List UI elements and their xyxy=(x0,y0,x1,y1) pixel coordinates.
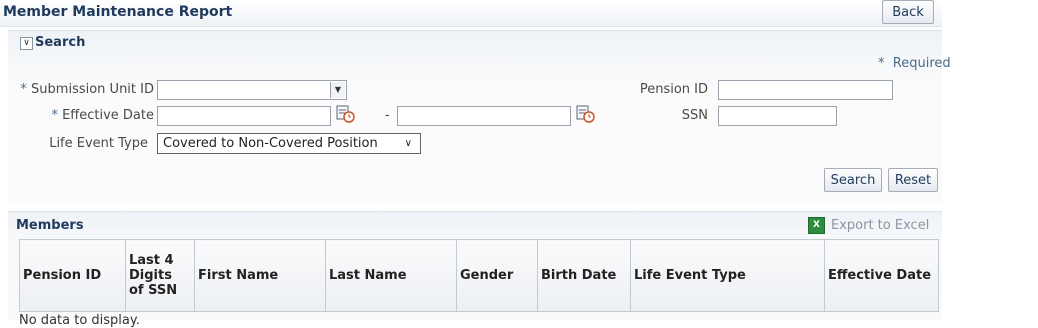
back-button[interactable]: Back xyxy=(882,0,934,24)
column-header[interactable]: Life Event Type xyxy=(630,239,825,312)
effective-date-to-input[interactable] xyxy=(397,106,571,126)
members-panel: Members X Export to Excel Pension ID Last… xyxy=(8,211,942,328)
ssn-label: SSN xyxy=(681,108,708,123)
required-star: * xyxy=(878,56,885,71)
ssn-input[interactable] xyxy=(718,106,837,126)
column-header[interactable]: Pension ID xyxy=(19,239,126,312)
collapse-toggle-icon[interactable]: ∨ xyxy=(20,37,33,50)
export-to-excel-button[interactable]: X Export to Excel xyxy=(808,217,929,234)
search-panel-title: Search xyxy=(35,35,86,50)
life-event-type-value: Covered to Non-Covered Position xyxy=(163,136,378,151)
page-header: Member Maintenance Report Back xyxy=(0,0,942,27)
column-header[interactable]: Birth Date xyxy=(537,239,631,312)
reset-button[interactable]: Reset xyxy=(888,168,938,192)
pension-id-label: Pension ID xyxy=(639,82,708,97)
effective-date-label-text: Effective Date xyxy=(62,108,154,123)
submission-unit-label: * Submission Unit ID xyxy=(20,82,154,97)
members-table: Pension ID Last 4 Digits of SSN First Na… xyxy=(19,239,939,312)
chevron-down-icon[interactable]: ∨ xyxy=(405,134,412,153)
calendar-icon[interactable] xyxy=(336,104,356,124)
life-event-type-select[interactable]: Covered to Non-Covered Position ∨ xyxy=(157,133,421,154)
excel-icon: X xyxy=(808,217,825,234)
effective-date-from-input[interactable] xyxy=(157,106,331,126)
page: Member Maintenance Report Back ∨ Search … xyxy=(0,0,951,328)
column-header[interactable]: Effective Date xyxy=(824,239,939,312)
column-header[interactable]: First Name xyxy=(194,239,326,312)
required-text: Required xyxy=(892,56,951,71)
table-header-row: Pension ID Last 4 Digits of SSN First Na… xyxy=(19,239,939,312)
submission-unit-label-text: Submission Unit ID xyxy=(31,82,154,97)
export-label: Export to Excel xyxy=(831,218,930,233)
page-title: Member Maintenance Report xyxy=(3,4,233,20)
column-header[interactable]: Gender xyxy=(456,239,538,312)
pension-id-input[interactable] xyxy=(718,80,893,100)
date-range-separator: - xyxy=(385,108,390,123)
column-header[interactable]: Last Name xyxy=(325,239,457,312)
effective-date-label: * Effective Date xyxy=(20,108,154,123)
required-star: * xyxy=(20,82,27,97)
empty-message: No data to display. xyxy=(19,313,140,328)
life-event-type-label: Life Event Type xyxy=(49,136,148,151)
calendar-icon[interactable] xyxy=(576,104,596,124)
submission-unit-select[interactable]: ▼ xyxy=(157,80,347,100)
members-title: Members xyxy=(16,218,84,233)
column-header[interactable]: Last 4 Digits of SSN xyxy=(125,239,195,312)
search-button[interactable]: Search xyxy=(824,168,882,192)
required-star: * xyxy=(51,108,58,123)
search-panel: ∨ Search * Required * Submission Unit ID… xyxy=(8,30,951,203)
required-note: * Required xyxy=(878,56,951,71)
chevron-down-icon[interactable]: ▼ xyxy=(330,82,345,98)
